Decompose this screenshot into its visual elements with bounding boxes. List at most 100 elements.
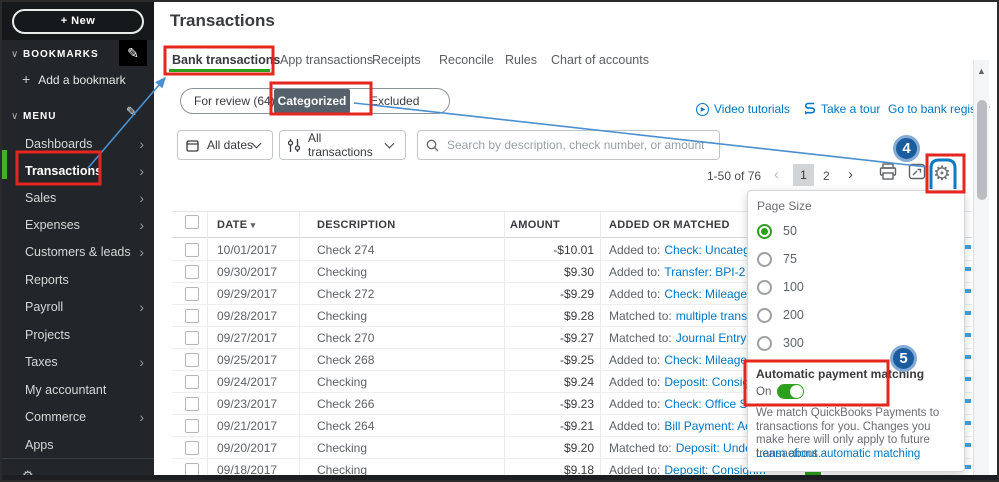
page-size-option-300[interactable]: 300 <box>757 329 804 357</box>
edit-menu-pencil-icon[interactable]: ✎ <box>126 104 137 120</box>
col-header-date[interactable]: DATE ▾ <box>217 219 256 231</box>
scrollbar-thumb[interactable] <box>977 100 987 200</box>
sidebar-item-reports[interactable]: Reports <box>2 266 154 293</box>
take-a-tour-link[interactable]: Take a tour <box>804 102 880 116</box>
categorized-segment[interactable]: Categorized <box>274 89 350 113</box>
row-checkbox[interactable] <box>185 353 199 367</box>
video-tutorials-link[interactable]: ▶ Video tutorials <box>696 102 790 116</box>
bookmarks-label: BOOKMARKS <box>23 48 99 60</box>
sidebar-item-payroll[interactable]: Payroll › <box>2 293 154 320</box>
sidebar-item-sales[interactable]: Sales › <box>2 184 154 211</box>
radio-icon[interactable] <box>757 307 772 323</box>
row-checkbox[interactable] <box>185 331 199 345</box>
gear-icon[interactable]: ⚙ <box>933 161 951 186</box>
row-checkbox[interactable] <box>185 309 199 323</box>
chevron-down-icon: ∨ <box>11 110 19 122</box>
for-review-segment[interactable]: For review (64) <box>194 94 275 108</box>
tab-app-transactions[interactable]: App transactions <box>280 53 373 67</box>
export-icon[interactable] <box>908 163 927 185</box>
sidebar-item-projects[interactable]: Projects <box>2 321 154 348</box>
cell-description: Checking <box>317 309 368 323</box>
sidebar-item-expenses[interactable]: Expenses › <box>2 211 154 238</box>
search-input[interactable]: Search by description, check number, or … <box>417 130 720 160</box>
page-size-option-75[interactable]: 75 <box>757 245 797 273</box>
callout-badge-4: 4 <box>893 135 920 162</box>
cell-description: Check 270 <box>317 331 375 345</box>
cell-amount: -$9.25 <box>559 353 594 367</box>
cell-amount: -$9.21 <box>559 419 594 433</box>
page-size-option-100[interactable]: 100 <box>757 273 804 301</box>
sidebar-item-dashboards[interactable]: Dashboards › <box>2 130 154 157</box>
date-filter-dropdown[interactable]: All dates <box>177 130 273 160</box>
cell-amount: -$9.29 <box>559 287 594 301</box>
excluded-segment[interactable]: Excluded <box>370 94 419 108</box>
pagination-range: 1-50 of 76 <box>707 169 762 183</box>
page-size-option-200[interactable]: 200 <box>757 301 804 329</box>
clipped-link-fragments <box>965 245 971 473</box>
auto-matching-toggle[interactable] <box>777 384 805 399</box>
row-checkbox[interactable] <box>185 287 199 301</box>
learn-about-automatic-matching-link[interactable]: Learn about automatic matching <box>756 448 920 460</box>
sidebar-item-taxes[interactable]: Taxes › <box>2 348 154 375</box>
sidebar-item-commerce[interactable]: Commerce › <box>2 403 154 430</box>
row-checkbox[interactable] <box>185 419 199 433</box>
chevron-right-icon: › <box>139 243 144 260</box>
radio-icon[interactable] <box>757 279 772 295</box>
active-tab-underline <box>169 69 270 72</box>
radio-icon[interactable] <box>757 251 772 267</box>
cell-added-or-matched: Added to: Check: Office Supp <box>609 397 768 411</box>
tab-chart-of-accounts[interactable]: Chart of accounts <box>551 53 649 67</box>
cell-added-or-matched: Added to: Check: Mileage Rei <box>609 353 769 367</box>
row-checkbox[interactable] <box>185 441 199 455</box>
plus-icon: + <box>22 71 31 87</box>
chevron-right-icon: › <box>139 298 144 315</box>
sidebar-item-apps[interactable]: Apps <box>2 431 154 458</box>
radio-icon[interactable] <box>757 335 772 351</box>
radio-selected-icon[interactable] <box>757 223 772 239</box>
sidebar-item-customers-leads[interactable]: Customers & leads › <box>2 238 154 265</box>
tab-rules[interactable]: Rules <box>505 53 537 67</box>
chevron-right-icon: › <box>139 135 144 152</box>
sidebar-item-my-accountant[interactable]: My accountant <box>2 376 154 403</box>
select-all-checkbox[interactable] <box>185 215 199 229</box>
page-title: Transactions <box>170 11 275 30</box>
tab-receipts[interactable]: Receipts <box>372 53 421 67</box>
new-button[interactable]: + New <box>12 9 144 34</box>
search-placeholder: Search by description, check number, or … <box>447 138 705 152</box>
edit-bookmarks-pencil-icon[interactable]: ✎ <box>119 40 147 66</box>
cell-description: Check 268 <box>317 353 375 367</box>
search-icon <box>426 139 439 152</box>
pagination-page-2[interactable]: 2 <box>823 169 830 183</box>
transaction-type-dropdown[interactable]: All transactions <box>279 130 406 160</box>
row-checkbox[interactable] <box>185 397 199 411</box>
cell-added-or-matched: Matched to: multiple transacti <box>609 309 766 323</box>
vertical-scrollbar[interactable]: ▲ <box>973 60 989 476</box>
row-checkbox[interactable] <box>185 243 199 257</box>
calendar-icon <box>186 139 199 152</box>
add-bookmark-button[interactable]: + Add a bookmark <box>22 71 126 87</box>
sidebar-divider <box>2 458 154 459</box>
pagination-prev-button[interactable]: ‹ <box>774 166 779 183</box>
print-icon[interactable] <box>879 163 897 185</box>
tab-reconcile[interactable]: Reconcile <box>439 53 494 67</box>
pagination-next-button[interactable]: › <box>848 166 853 183</box>
cell-description: Check 272 <box>317 287 375 301</box>
cell-date: 09/28/2017 <box>217 309 278 323</box>
page-size-label: Page Size <box>757 199 812 213</box>
row-checkbox[interactable] <box>185 375 199 389</box>
sort-desc-icon: ▾ <box>250 220 256 230</box>
active-item-indicator <box>2 150 7 179</box>
cell-added-or-matched: Added to: Deposit: Consignm <box>609 375 766 389</box>
pagination-page-1[interactable]: 1 <box>793 164 814 186</box>
tab-bank-transactions[interactable]: Bank transactions <box>172 53 280 67</box>
col-header-added-or-matched: ADDED OR MATCHED <box>609 219 730 231</box>
row-checkbox[interactable] <box>185 265 199 279</box>
sidebar-item-transactions[interactable]: Transactions › <box>2 157 154 184</box>
cell-date: 09/20/2017 <box>217 441 278 455</box>
menu-label: MENU <box>23 110 57 122</box>
automatic-payment-matching-label: Automatic payment matching <box>756 367 925 381</box>
cell-added-or-matched: Added to: Check: Mileage Rei <box>609 287 769 301</box>
chevron-right-icon: › <box>139 408 144 425</box>
scroll-up-arrow-icon[interactable]: ▲ <box>977 66 986 76</box>
page-size-option-50[interactable]: 50 <box>757 217 797 245</box>
